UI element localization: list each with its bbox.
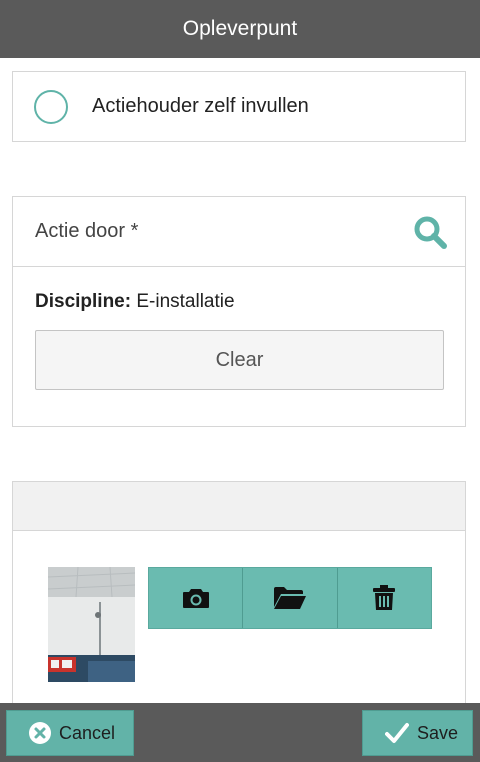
discipline-value: E-installatie <box>136 291 235 312</box>
camera-button[interactable] <box>149 568 244 628</box>
actie-card: Actie door * Discipline: E-installatie C… <box>12 196 466 427</box>
title-bar: Opleverpunt <box>0 0 480 58</box>
folder-icon <box>273 587 306 609</box>
actiehouder-option[interactable]: Actiehouder zelf invullen <box>12 71 466 142</box>
cancel-label: Cancel <box>59 722 116 743</box>
radio-label: Actiehouder zelf invullen <box>92 95 309 117</box>
camera-icon <box>182 589 209 608</box>
discipline-label: Discipline: <box>35 291 132 312</box>
actie-door-field[interactable]: Actie door * <box>13 197 465 267</box>
radio-button[interactable] <box>34 89 68 124</box>
photo-image <box>48 567 135 682</box>
search-icon[interactable] <box>413 215 447 249</box>
discipline-line: Discipline: E-installatie <box>35 291 465 313</box>
photo-thumbnail[interactable] <box>48 567 135 682</box>
trash-icon <box>373 585 396 610</box>
photo-toolbar <box>148 567 432 629</box>
photo-section-header <box>13 482 465 531</box>
folder-button[interactable] <box>243 568 338 628</box>
page-title: Opleverpunt <box>182 17 298 40</box>
save-label: Save <box>417 722 459 743</box>
checkmark-icon <box>385 723 409 743</box>
photo-card <box>12 481 466 703</box>
cancel-button[interactable]: Cancel <box>6 710 134 756</box>
save-button[interactable]: Save <box>362 710 473 756</box>
close-icon <box>29 722 51 744</box>
delete-button[interactable] <box>338 568 431 628</box>
clear-button[interactable]: Clear <box>35 330 444 390</box>
bottom-bar: Cancel Save <box>0 703 480 762</box>
actie-door-label: Actie door * <box>35 220 139 242</box>
